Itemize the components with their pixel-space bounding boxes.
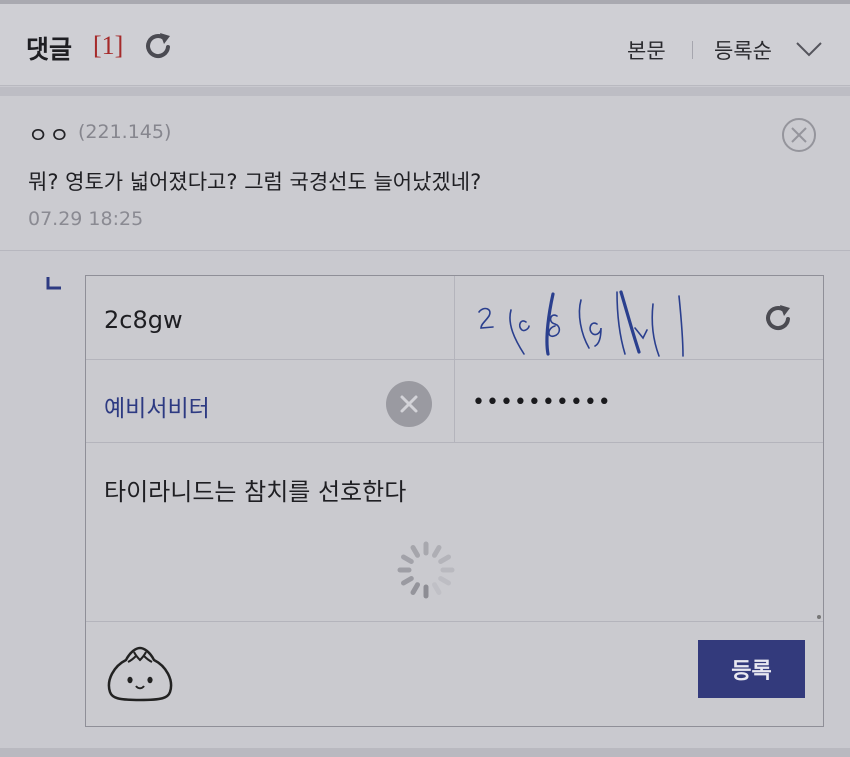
- divider: [454, 360, 455, 443]
- comment-header: 댓글 [1] 본문 등록순: [0, 4, 850, 86]
- captcha-image: [478, 290, 684, 357]
- comment-item: ㅇㅇ (221.145) 뭐? 영토가 넓어졌다고? 그럼 국경선도 늘어났겠네…: [0, 96, 850, 251]
- captcha-refresh-icon[interactable]: [763, 302, 795, 334]
- dumpling-emoticon-icon[interactable]: [104, 640, 176, 704]
- chevron-down-icon[interactable]: [794, 38, 824, 60]
- sort-order-dropdown[interactable]: 등록순: [714, 35, 772, 65]
- submit-button[interactable]: 등록: [698, 640, 805, 698]
- divider: [454, 276, 455, 360]
- bottom-border: [0, 748, 850, 757]
- sort-body-button[interactable]: 본문: [627, 35, 666, 65]
- captcha-input[interactable]: 2c8gw: [104, 306, 183, 334]
- clear-nickname-button[interactable]: [386, 381, 432, 427]
- reply-form: 2c8gw 예비서비터 •••••••••• 타이라니드는 참치를 선호한다 등…: [85, 275, 824, 727]
- password-field[interactable]: ••••••••••: [472, 390, 612, 415]
- comment-title: 댓글: [26, 35, 73, 64]
- form-footer: 등록: [86, 621, 823, 726]
- comment-text: 뭐? 영토가 넓어졌다고? 그럼 국경선도 늘어났겠네?: [28, 170, 482, 194]
- comment-count: [1]: [93, 31, 124, 60]
- divider: [692, 41, 693, 59]
- comment-author: ㅇㅇ: [28, 124, 71, 149]
- loading-spinner-icon: [397, 541, 455, 599]
- refresh-icon[interactable]: [143, 30, 175, 62]
- resize-handle[interactable]: [817, 615, 821, 619]
- comment-ip: (221.145): [78, 121, 172, 143]
- close-icon[interactable]: [781, 117, 817, 153]
- comment-time: 07.29 18:25: [28, 208, 144, 230]
- reply-arrow-icon: [46, 277, 61, 290]
- nickname-field[interactable]: 예비서비터: [104, 389, 210, 423]
- section-gap: [0, 87, 850, 96]
- close-icon: [400, 395, 418, 413]
- comment-textarea[interactable]: 타이라니드는 참치를 선호한다: [104, 472, 406, 507]
